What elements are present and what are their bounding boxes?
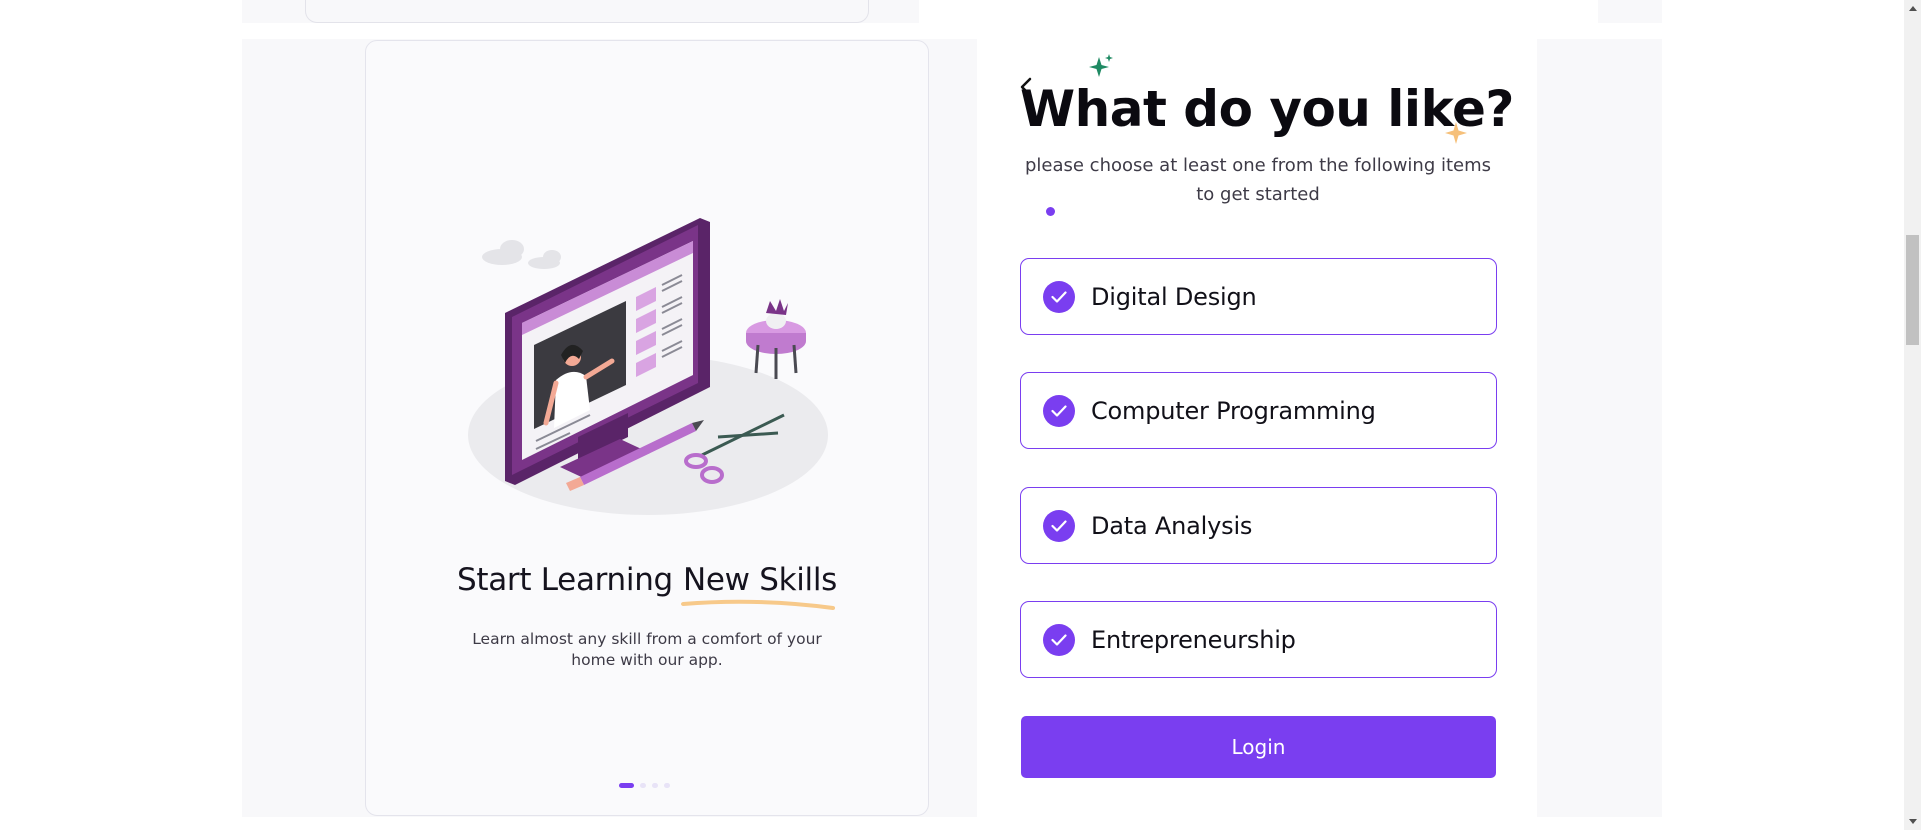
onboarding-title-highlight-text: New Skills (682, 562, 838, 598)
scrollbar-track[interactable] (1904, 0, 1921, 830)
highlight-underline (680, 599, 836, 610)
onboarding-description: Learn almost any skill from a comfort of… (472, 630, 822, 669)
previous-card-edge (305, 0, 869, 23)
carousel-dot-2[interactable] (640, 782, 646, 788)
onboarding-title: Start Learning New Skills (365, 562, 929, 610)
interest-option-label: Computer Programming (1091, 396, 1376, 425)
online-learning-illustration (468, 218, 828, 515)
scroll-down-arrow-icon[interactable] (1904, 813, 1921, 830)
carousel-dot-4[interactable] (664, 782, 670, 788)
step-indicator-dot (1046, 207, 1055, 216)
scroll-up-arrow-icon[interactable] (1904, 0, 1921, 17)
interest-option-data-analysis[interactable]: Data Analysis (1020, 487, 1497, 564)
check-icon (1043, 623, 1075, 656)
carousel-dot-3[interactable] (652, 782, 658, 788)
login-button[interactable]: Login (1021, 716, 1496, 778)
sparkle-icon-accent (1445, 122, 1467, 144)
interest-option-computer-programming[interactable]: Computer Programming (1020, 372, 1497, 449)
interest-option-label: Data Analysis (1091, 511, 1253, 540)
interest-option-entrepreneurship[interactable]: Entrepreneurship (1020, 601, 1497, 678)
interest-option-digital-design[interactable]: Digital Design (1020, 258, 1497, 335)
check-icon (1043, 280, 1075, 313)
check-icon (1043, 394, 1075, 427)
check-icon (1043, 509, 1075, 542)
form-subtitle: please choose at least one from the foll… (1024, 155, 1492, 205)
interest-option-label: Digital Design (1091, 282, 1257, 311)
scrollbar-thumb[interactable] (1906, 235, 1919, 345)
sparkle-icon (1089, 54, 1113, 77)
previous-section-right-background (1598, 0, 1662, 23)
carousel-dots (619, 782, 679, 788)
onboarding-title-highlight: New Skills (680, 562, 838, 610)
form-title: What do you like? (1020, 80, 1514, 138)
interest-option-label: Entrepreneurship (1091, 625, 1296, 654)
onboarding-title-part1: Start Learning (456, 562, 673, 598)
carousel-dot-1[interactable] (619, 782, 634, 788)
